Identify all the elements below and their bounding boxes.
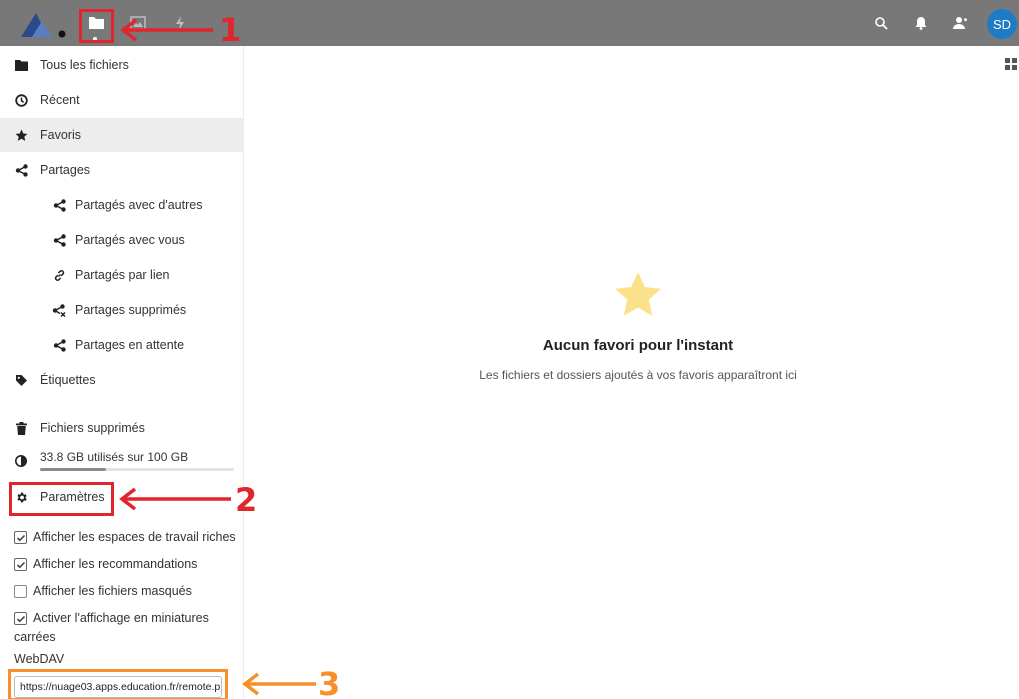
- nav-shares[interactable]: Partages: [0, 153, 244, 187]
- user-avatar[interactable]: SD: [987, 9, 1017, 39]
- clock-icon: [14, 93, 28, 107]
- bell-icon: [915, 17, 927, 30]
- empty-state-title: Aucun favori pour l'instant: [542, 337, 734, 354]
- annotation-number-1: 1: [219, 11, 242, 49]
- contacts-icon: [953, 17, 967, 29]
- quota-bar-fill: [40, 468, 106, 471]
- setting-square-thumbnails[interactable]: Activer l'affichage en miniatures: [14, 611, 209, 625]
- nav-label: Étiquettes: [40, 373, 96, 387]
- setting-rich-workspaces[interactable]: Afficher les espaces de travail riches: [14, 530, 236, 544]
- nav-shared-with-others[interactable]: Partagés avec d'autres: [0, 188, 244, 222]
- checkbox[interactable]: [14, 585, 27, 598]
- search-button[interactable]: [872, 14, 890, 32]
- nav-all-files[interactable]: Tous les fichiers: [0, 48, 244, 82]
- share-icon: [53, 233, 66, 247]
- nav-shared-with-you[interactable]: Partagés avec vous: [0, 223, 244, 257]
- link-icon: [54, 269, 64, 281]
- pie-chart-icon: [15, 455, 27, 467]
- annotation-number-3: 3: [318, 665, 341, 699]
- nav-recent[interactable]: Récent: [0, 83, 244, 117]
- nav-label: Partages en attente: [75, 338, 185, 352]
- setting-label: Afficher les recommandations: [33, 557, 198, 571]
- search-icon: [875, 17, 888, 30]
- empty-state-description: Les fichiers et dossiers ajoutés à vos f…: [479, 368, 797, 382]
- nav-label: Tous les fichiers: [40, 58, 129, 72]
- nav-deleted-files[interactable]: Fichiers supprimés: [0, 411, 244, 445]
- share-icon: [15, 163, 28, 177]
- checkbox[interactable]: [14, 612, 27, 625]
- annotation-box-1: [79, 9, 114, 43]
- nav-label: Partagés avec d'autres: [75, 198, 203, 212]
- annotation-number-2: 2: [235, 481, 258, 519]
- nav-label: Fichiers supprimés: [40, 421, 145, 435]
- annotation-arrow-3: [242, 672, 316, 696]
- navigation-sidebar: Tous les fichiers Récent Favoris Partage…: [0, 46, 244, 699]
- nav-shared-by-link[interactable]: Partagés par lien: [0, 258, 244, 292]
- checkbox[interactable]: [14, 558, 27, 571]
- contacts-button[interactable]: [951, 14, 969, 32]
- star-icon: [15, 129, 27, 141]
- nav-favorites[interactable]: Favoris: [0, 118, 244, 152]
- webdav-label: WebDAV: [14, 652, 65, 666]
- folder-icon: [14, 59, 28, 71]
- quota-bar: [40, 468, 234, 471]
- notifications-button[interactable]: [912, 14, 930, 32]
- nav-label: Favoris: [40, 128, 81, 142]
- empty-favorites-star-icon: [615, 272, 661, 316]
- share-icon: [53, 338, 66, 352]
- quota-label: 33.8 GB utilisés sur 100 GB: [40, 450, 189, 464]
- trash-icon: [15, 421, 27, 435]
- share-icon: [53, 198, 66, 212]
- setting-label: Activer l'affichage en miniatures: [33, 611, 209, 625]
- setting-label-continuation: carrées: [14, 630, 56, 644]
- grid-view-toggle-icon[interactable]: [1005, 58, 1017, 70]
- nav-label: Partages supprimés: [75, 303, 187, 317]
- tag-icon: [15, 374, 27, 386]
- checkmark-icon: [16, 534, 25, 541]
- setting-hidden-files[interactable]: Afficher les fichiers masqués: [14, 584, 192, 598]
- setting-label: Afficher les espaces de travail riches: [33, 530, 236, 544]
- setting-label: Afficher les fichiers masqués: [33, 584, 192, 598]
- share-deleted-icon: [52, 303, 66, 317]
- nav-tags[interactable]: Étiquettes: [0, 363, 244, 397]
- annotation-arrow-1: [120, 18, 213, 42]
- nav-deleted-shares[interactable]: Partages supprimés: [0, 293, 244, 327]
- nav-label: Récent: [40, 93, 80, 107]
- checkbox[interactable]: [14, 531, 27, 544]
- app-logo[interactable]: [18, 9, 68, 39]
- annotation-box-2: [9, 482, 114, 516]
- nav-label: Partagés par lien: [75, 268, 170, 282]
- checkmark-icon: [16, 615, 25, 622]
- annotation-arrow-2: [119, 487, 231, 511]
- nav-label: Partages: [40, 163, 91, 177]
- checkmark-icon: [16, 561, 25, 568]
- nav-label: Partagés avec vous: [75, 233, 185, 247]
- annotation-box-3: [8, 669, 228, 699]
- nav-pending-shares[interactable]: Partages en attente: [0, 328, 244, 362]
- setting-recommendations[interactable]: Afficher les recommandations: [14, 557, 197, 571]
